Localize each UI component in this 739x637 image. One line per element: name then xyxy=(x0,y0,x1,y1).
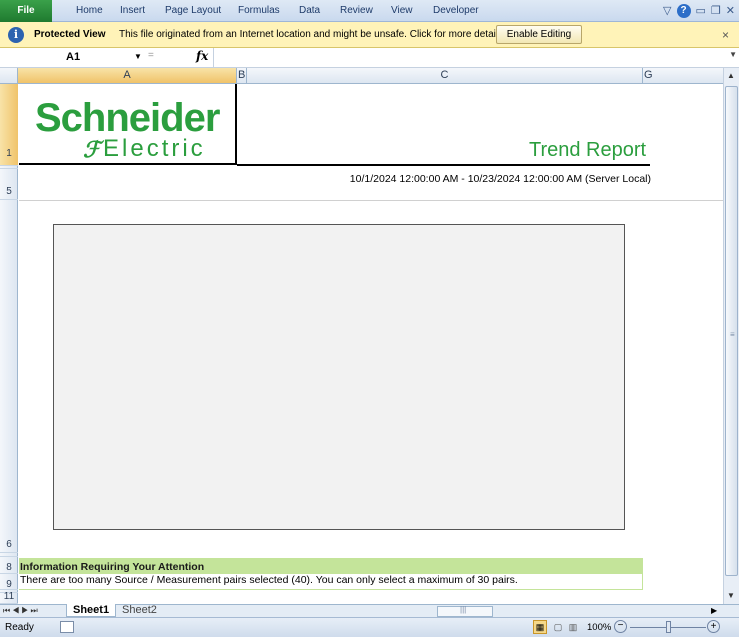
cell-a1-logo[interactable]: Schneider ℱ Electric xyxy=(19,84,237,165)
status-ready: Ready xyxy=(5,622,34,633)
tab-data[interactable]: Data xyxy=(299,0,320,22)
schneider-logo-mark-icon: ℱ xyxy=(83,137,101,163)
row-header-1[interactable]: 1 xyxy=(0,84,18,166)
title-underline xyxy=(237,164,650,166)
tab-insert[interactable]: Insert xyxy=(120,0,145,22)
column-header-b[interactable]: B xyxy=(237,68,247,83)
select-all-corner[interactable] xyxy=(0,68,18,83)
status-bar: Ready ▦ ▢ ▥ 100% − + xyxy=(0,617,739,637)
sheet-tab-bar: ⏮◀▶⏭ Sheet1 Sheet2 ||| ▶ xyxy=(0,604,739,617)
zoom-in-icon[interactable]: + xyxy=(707,620,720,633)
column-header-a[interactable]: A xyxy=(18,68,237,83)
row-header-8[interactable]: 8 xyxy=(0,557,18,574)
zoom-level[interactable]: 100% xyxy=(587,622,611,633)
formula-bar: A1 ▼ = fx ▼ xyxy=(0,48,739,68)
ribbon-tab-bar: File Home Insert Page Layout Formulas Da… xyxy=(0,0,739,22)
schneider-logo-text: Schneider xyxy=(35,96,220,140)
row-header-11[interactable]: 11 xyxy=(0,592,18,604)
sheet-tab-sheet1[interactable]: Sheet1 xyxy=(66,604,117,617)
horizontal-scrollbar[interactable]: ||| xyxy=(437,605,493,617)
expand-formula-bar-icon[interactable]: ▼ xyxy=(729,50,737,59)
row-header-9[interactable]: 9 xyxy=(0,574,18,590)
protected-view-title: Protected View xyxy=(34,29,106,40)
page-layout-view-icon[interactable]: ▢ xyxy=(551,620,565,634)
name-box[interactable]: A1 ▼ xyxy=(2,50,142,66)
macro-record-icon[interactable] xyxy=(60,621,74,633)
tab-review[interactable]: Review xyxy=(340,0,373,22)
zoom-slider-thumb[interactable] xyxy=(666,621,671,633)
info-icon: i xyxy=(8,27,24,43)
help-icon[interactable]: ? xyxy=(676,4,691,18)
ribbon-minimize-icon[interactable]: ▽ xyxy=(663,4,671,18)
sheet-tab-sheet2[interactable]: Sheet2 xyxy=(116,604,163,617)
name-box-value: A1 xyxy=(66,51,81,63)
tab-view[interactable]: View xyxy=(391,0,413,22)
report-title: Trend Report xyxy=(529,139,647,161)
electric-logo-text: Electric xyxy=(103,135,206,162)
scroll-grip-icon: ||| xyxy=(460,605,467,614)
protected-view-message[interactable]: This file originated from an Internet lo… xyxy=(119,29,506,40)
worksheet-grid[interactable]: Schneider ℱ Electric Trend Report 10/1/2… xyxy=(19,84,723,604)
window-controls: ▽ ? ▭ ❐ ✕ xyxy=(663,3,735,19)
date-range: 10/1/2024 12:00:00 AM - 10/23/2024 12:00… xyxy=(349,173,651,185)
chart-placeholder[interactable] xyxy=(53,224,625,530)
sheet-nav-icons[interactable]: ⏮◀▶⏭ xyxy=(3,605,40,617)
enable-editing-button[interactable]: Enable Editing xyxy=(496,25,582,44)
insert-function-icon[interactable]: fx xyxy=(196,49,208,63)
tab-developer[interactable]: Developer xyxy=(433,0,479,22)
tab-formulas[interactable]: Formulas xyxy=(238,0,280,22)
formula-bar-separator xyxy=(213,48,214,68)
row-header-6[interactable]: 6 xyxy=(0,200,18,553)
formula-bar-divider: = xyxy=(148,50,154,61)
close-bar-icon[interactable]: × xyxy=(722,28,729,42)
minimize-icon[interactable]: ▭ xyxy=(696,4,706,18)
row-headers: 1 5 6 8 9 11 xyxy=(0,84,18,604)
row-header-5[interactable]: 5 xyxy=(0,169,18,200)
chevron-down-icon[interactable]: ▼ xyxy=(134,52,142,61)
close-icon[interactable]: ✕ xyxy=(726,4,735,18)
zoom-out-icon[interactable]: − xyxy=(614,620,627,633)
vertical-scrollbar[interactable]: ▲ ≡ ▼ xyxy=(723,68,739,604)
scroll-up-icon[interactable]: ▲ xyxy=(727,71,735,80)
scroll-down-icon[interactable]: ▼ xyxy=(727,591,735,600)
column-headers: A B C G xyxy=(0,68,739,84)
restore-icon[interactable]: ❐ xyxy=(711,4,721,18)
vertical-scroll-thumb[interactable]: ≡ xyxy=(725,86,738,576)
page-break-view-icon[interactable]: ▥ xyxy=(566,620,580,634)
column-header-g[interactable]: G xyxy=(643,68,723,83)
row-divider xyxy=(19,200,723,201)
info-header: Information Requiring Your Attention xyxy=(19,558,643,574)
protected-view-bar: i Protected View This file originated fr… xyxy=(0,22,739,48)
tab-file[interactable]: File xyxy=(0,0,52,22)
tab-home[interactable]: Home xyxy=(76,0,103,22)
column-header-c[interactable]: C xyxy=(247,68,643,83)
scroll-grip-icon: ≡ xyxy=(730,330,735,339)
scroll-right-icon[interactable]: ▶ xyxy=(711,605,717,617)
tab-page-layout[interactable]: Page Layout xyxy=(165,0,221,22)
normal-view-icon[interactable]: ▦ xyxy=(533,620,547,634)
info-message: There are too many Source / Measurement … xyxy=(19,574,643,590)
